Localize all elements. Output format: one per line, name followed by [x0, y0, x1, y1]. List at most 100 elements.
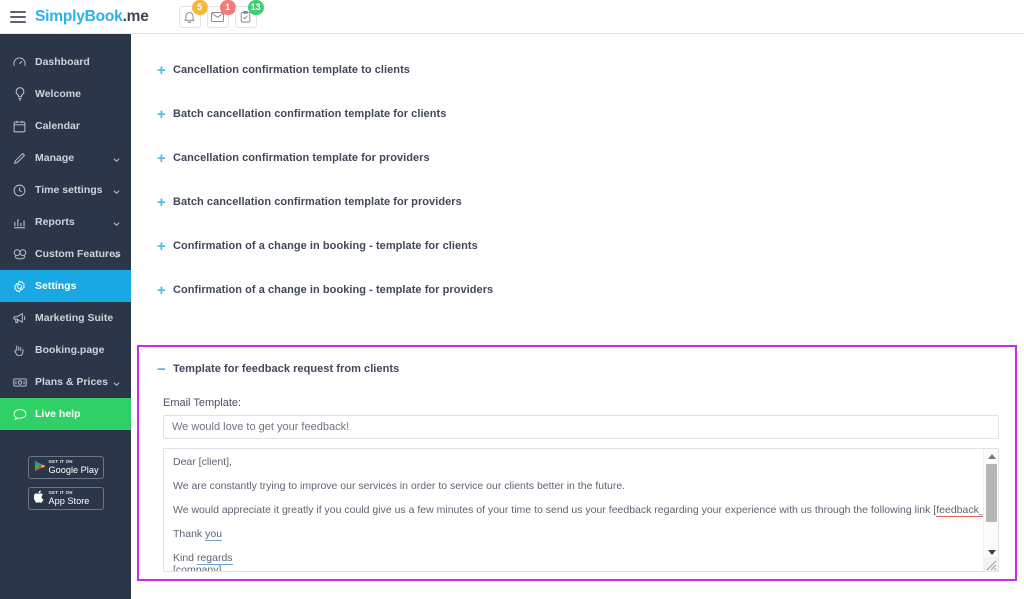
accordion-rows-after: + New review notification to company: [131, 583, 1024, 599]
sidebar-item-settings[interactable]: Settings: [0, 270, 131, 302]
plus-icon[interactable]: +: [157, 283, 173, 298]
chevron-down-icon: [113, 155, 120, 163]
sidebar-item-calendar[interactable]: Calendar: [0, 110, 131, 142]
email-template-label: Email Template:: [163, 397, 242, 409]
accordion-row-change-booking-clients[interactable]: + Confirmation of a change in booking - …: [131, 224, 1024, 268]
chevron-down-icon: [113, 187, 120, 195]
accordion-row-label: Batch cancellation confirmation template…: [173, 108, 447, 120]
plus-icon[interactable]: +: [157, 107, 173, 122]
sidebar-item-label: Welcome: [35, 88, 81, 100]
body-line-request: We would appreciate it greatly if you co…: [173, 504, 984, 517]
body-line-request-pre: We would appreciate it greatly if you co…: [173, 504, 937, 516]
plus-icon[interactable]: +: [157, 195, 173, 210]
cursor-click-icon: [12, 343, 27, 358]
messages-button[interactable]: 1: [206, 0, 236, 28]
body-line-greeting: Dear [client],: [173, 456, 232, 468]
banknote-icon: [12, 375, 27, 390]
textarea-resize-handle[interactable]: [983, 557, 998, 571]
email-subject-input[interactable]: [163, 415, 999, 439]
calendar-icon: [12, 119, 27, 134]
app-store-small-text: GET IT ON: [48, 490, 73, 496]
body-line-company: [company]: [173, 564, 222, 572]
sidebar-item-booking-page[interactable]: Booking.page: [0, 334, 131, 366]
sidebar-item-label: Settings: [35, 280, 77, 292]
kind-pre: Kind: [173, 552, 197, 564]
sidebar-item-label: Dashboard: [35, 56, 90, 68]
google-play-big-text: Google Play: [48, 464, 99, 475]
clock-icon: [12, 183, 27, 198]
accordion-row-label: Confirmation of a change in booking - te…: [173, 240, 478, 252]
accordion-row-label: Cancellation confirmation template for p…: [173, 152, 430, 164]
textarea-scrollbar[interactable]: [983, 449, 998, 571]
apple-icon: [33, 490, 45, 508]
sidebar-item-label: Live help: [35, 408, 81, 420]
app-logo: SimplyBook.me: [35, 8, 149, 26]
messages-badge: 1: [219, 0, 236, 15]
expanded-template-panel: − Template for feedback request from cli…: [137, 345, 1017, 581]
thank-you-word: you: [205, 528, 223, 541]
accordion-row-new-review-notification[interactable]: + New review notification to company: [131, 583, 1024, 599]
accordion-row-label: Confirmation of a change in booking - te…: [173, 284, 494, 296]
speedometer-icon: [12, 55, 27, 70]
tasks-button[interactable]: 13: [234, 0, 264, 28]
sidebar-item-label: Manage: [35, 152, 75, 164]
logo-me: .me: [122, 7, 149, 25]
chevron-down-icon: [113, 219, 120, 227]
gear-icon: [12, 279, 27, 294]
email-body-textarea[interactable]: Dear [client], We are constantly trying …: [163, 448, 999, 572]
sidebar-item-label: Booking.page: [35, 344, 105, 356]
body-line-regards: Kind regards: [173, 552, 976, 565]
hamburger-menu-icon[interactable]: [10, 10, 26, 23]
puzzle-icon: [12, 247, 27, 262]
accordion-row-label: Cancellation confirmation template to cl…: [173, 64, 410, 76]
chevron-down-icon: [113, 379, 120, 387]
accordion-row-batch-cancellation-providers[interactable]: + Batch cancellation confirmation templa…: [131, 180, 1024, 224]
plus-icon[interactable]: +: [157, 63, 173, 78]
accordion-row-cancellation-clients[interactable]: + Cancellation confirmation template to …: [131, 48, 1024, 92]
feedback-link-placeholder: feedback_link: [936, 504, 984, 517]
sidebar-item-plans-prices[interactable]: Plans & Prices: [0, 366, 131, 398]
app-store-badges: GET IT ON Google Play GET IT ON App Stor…: [0, 456, 131, 510]
sidebar-item-manage[interactable]: Manage: [0, 142, 131, 174]
logo-simplybook: implyBook: [45, 7, 123, 25]
bar-chart-icon: [12, 215, 27, 230]
scrollbar-thumb[interactable]: [986, 464, 997, 522]
google-play-badge[interactable]: GET IT ON Google Play: [27, 456, 104, 479]
top-bar: SimplyBook.me 5 1 13: [0, 0, 1024, 34]
header-icon-group: 5 1 13: [178, 0, 264, 28]
pencil-icon: [12, 151, 27, 166]
main-content: + Cancellation confirmation template to …: [131, 34, 1024, 599]
plus-icon[interactable]: +: [157, 239, 173, 254]
body-line-intro: We are constantly trying to improve our …: [173, 480, 626, 492]
sidebar-item-live-help[interactable]: Live help: [0, 398, 131, 430]
scroll-up-arrow-icon[interactable]: [984, 449, 998, 463]
accordion-row-batch-cancellation-clients[interactable]: + Batch cancellation confirmation templa…: [131, 92, 1024, 136]
chat-bubble-icon: [12, 407, 27, 422]
minus-icon[interactable]: −: [157, 362, 173, 377]
plus-icon[interactable]: +: [157, 151, 173, 166]
chevron-down-icon: [113, 251, 120, 259]
sidebar-item-marketing-suite[interactable]: Marketing Suite: [0, 302, 131, 334]
sidebar: Dashboard Welcome Calendar Manage Time s…: [0, 34, 131, 599]
sidebar-item-label: Custom Features: [35, 248, 121, 260]
logo-s: S: [35, 7, 46, 25]
email-body-content[interactable]: Dear [client], We are constantly trying …: [164, 449, 984, 572]
accordion-row-label: Batch cancellation confirmation template…: [173, 196, 462, 208]
sidebar-item-label: Time settings: [35, 184, 103, 196]
sidebar-item-reports[interactable]: Reports: [0, 206, 131, 238]
google-play-icon: [34, 459, 45, 477]
sidebar-item-label: Reports: [35, 216, 75, 228]
notifications-button[interactable]: 5: [178, 0, 208, 28]
sidebar-item-label: Calendar: [35, 120, 80, 132]
sidebar-item-custom-features[interactable]: Custom Features: [0, 238, 131, 270]
sidebar-item-welcome[interactable]: Welcome: [0, 78, 131, 110]
accordion-row-change-booking-providers[interactable]: + Confirmation of a change in booking - …: [131, 268, 1024, 312]
sidebar-item-label: Plans & Prices: [35, 376, 108, 388]
body-line-thanks: Thank you: [173, 528, 976, 541]
accordion-row-feedback-request[interactable]: − Template for feedback request from cli…: [139, 347, 1015, 391]
accordion-row-cancellation-providers[interactable]: + Cancellation confirmation template for…: [131, 136, 1024, 180]
app-store-badge[interactable]: GET IT ON App Store: [27, 487, 104, 510]
sidebar-item-dashboard[interactable]: Dashboard: [0, 46, 131, 78]
accordion-row-label: Template for feedback request from clien…: [173, 363, 400, 375]
sidebar-item-time-settings[interactable]: Time settings: [0, 174, 131, 206]
